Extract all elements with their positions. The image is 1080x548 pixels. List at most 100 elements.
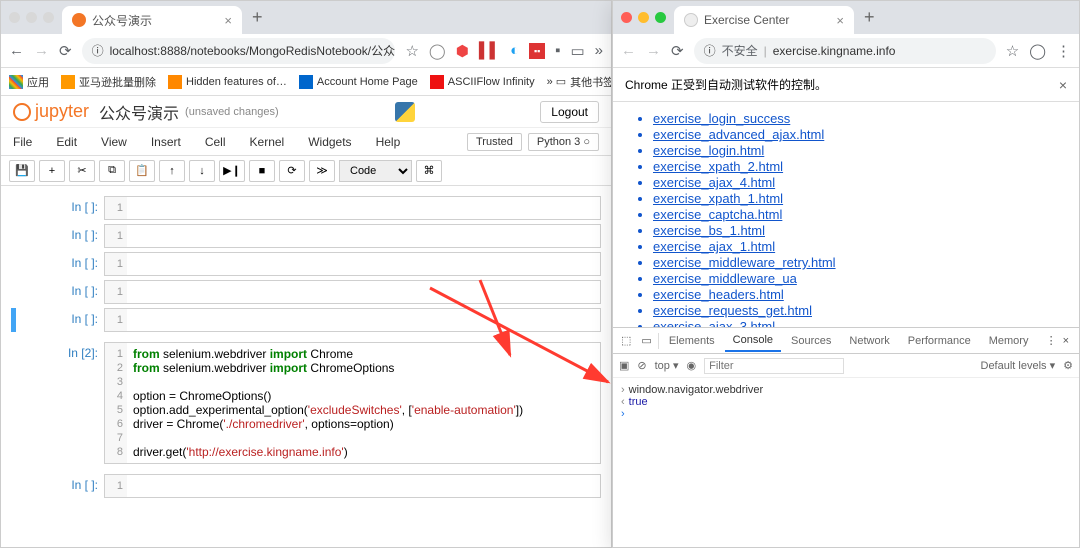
bookmark-overflow[interactable]: » ▭ 其他书签: [547, 74, 611, 90]
ext-icon[interactable]: ▪: [555, 42, 560, 59]
kernel-badge[interactable]: Python 3 ○: [528, 133, 599, 151]
ext-icon[interactable]: ⬢: [456, 42, 469, 60]
menu-icon[interactable]: ⋮: [1056, 42, 1071, 60]
trusted-badge[interactable]: Trusted: [467, 133, 522, 151]
url-field[interactable]: ⓘ 不安全 | exercise.kingname.info: [694, 38, 996, 64]
cell-type-select[interactable]: Code: [339, 160, 412, 182]
traffic-lights[interactable]: [621, 12, 666, 23]
ext-icon[interactable]: ▭: [570, 42, 584, 60]
filter-input[interactable]: [704, 358, 844, 374]
move-down-button[interactable]: ↓: [189, 160, 215, 182]
forward-icon[interactable]: →: [646, 42, 661, 59]
new-tab-button[interactable]: +: [864, 7, 875, 28]
exercise-link[interactable]: exercise_captcha.html: [653, 207, 782, 222]
bookmark-item[interactable]: ASCIIFlow Infinity: [430, 75, 535, 89]
bookmark-item[interactable]: Account Home Page: [299, 75, 418, 89]
exercise-link[interactable]: exercise_middleware_ua: [653, 271, 797, 286]
cut-button[interactable]: ✂: [69, 160, 95, 182]
menu-view[interactable]: View: [101, 135, 127, 149]
exercise-link[interactable]: exercise_advanced_ajax.html: [653, 127, 824, 142]
browser-tab[interactable]: 公众号演示 ×: [62, 6, 242, 34]
paste-button[interactable]: 📋: [129, 160, 155, 182]
move-up-button[interactable]: ↑: [159, 160, 185, 182]
devtools-tab-sources[interactable]: Sources: [783, 331, 839, 351]
logout-button[interactable]: Logout: [540, 101, 599, 123]
devtools-close-icon[interactable]: ×: [1063, 335, 1069, 347]
restart-button[interactable]: ⟳: [279, 160, 305, 182]
run-all-button[interactable]: ≫: [309, 160, 335, 182]
bookmark-item[interactable]: Hidden features of…: [168, 75, 287, 89]
context-dropdown[interactable]: top ▾: [655, 359, 679, 372]
reload-icon[interactable]: ⟳: [671, 42, 684, 60]
menu-insert[interactable]: Insert: [151, 135, 181, 149]
code-cell[interactable]: In [ ]:1: [11, 474, 601, 498]
back-icon[interactable]: ←: [9, 42, 24, 59]
command-palette-button[interactable]: ⌘: [416, 160, 442, 182]
menu-cell[interactable]: Cell: [205, 135, 226, 149]
new-tab-button[interactable]: +: [252, 7, 263, 28]
exercise-link[interactable]: exercise_requests_get.html: [653, 303, 812, 318]
ext-icon[interactable]: ◯: [429, 42, 446, 60]
levels-dropdown[interactable]: Default levels ▾: [981, 359, 1056, 372]
devtools-tab-performance[interactable]: Performance: [900, 331, 979, 351]
star-icon[interactable]: ☆: [1006, 42, 1019, 60]
code-cell[interactable]: In [ ]:1: [11, 308, 601, 332]
devtools-more-icon[interactable]: ⋮: [1046, 334, 1057, 347]
close-icon[interactable]: ×: [836, 13, 844, 28]
save-button[interactable]: 💾: [9, 160, 35, 182]
code-cell-executed[interactable]: In [2]:1 2 3 4 5 6 7 8from selenium.webd…: [11, 342, 601, 464]
code-cell[interactable]: In [ ]:1: [11, 252, 601, 276]
not-secure-label: 不安全: [722, 42, 758, 59]
exercise-link[interactable]: exercise_login.html: [653, 143, 764, 158]
gear-icon[interactable]: ⚙: [1063, 359, 1073, 372]
code-cell[interactable]: In [ ]:1: [11, 196, 601, 220]
bookmark-item[interactable]: 亚马逊批量删除: [61, 74, 156, 90]
clear-console-icon[interactable]: ⊘: [637, 359, 646, 372]
menu-kernel[interactable]: Kernel: [250, 135, 285, 149]
sidebar-toggle-icon[interactable]: ▣: [619, 359, 629, 372]
exercise-link[interactable]: exercise_middleware_retry.html: [653, 255, 836, 270]
inspect-icon[interactable]: ⬚: [617, 334, 635, 347]
profile-icon[interactable]: ◯: [1029, 42, 1046, 60]
exercise-link[interactable]: exercise_login_success: [653, 111, 790, 126]
notebook-title[interactable]: 公众号演示: [99, 100, 179, 124]
menu-file[interactable]: File: [13, 135, 32, 149]
ext-icon[interactable]: ◐: [510, 42, 519, 59]
apps-button[interactable]: 应用: [9, 74, 49, 90]
menu-help[interactable]: Help: [376, 135, 401, 149]
stop-button[interactable]: ■: [249, 160, 275, 182]
menu-edit[interactable]: Edit: [56, 135, 77, 149]
devtools-tab-network[interactable]: Network: [841, 331, 897, 351]
device-icon[interactable]: ▭: [637, 334, 655, 347]
browser-tab[interactable]: Exercise Center ×: [674, 6, 854, 34]
devtools-tab-elements[interactable]: Elements: [661, 331, 723, 351]
jupyter-logo[interactable]: jupyter: [13, 101, 89, 122]
menu-widgets[interactable]: Widgets: [308, 135, 351, 149]
star-icon[interactable]: ☆: [405, 42, 418, 60]
devtools-tab-console[interactable]: Console: [725, 330, 781, 352]
back-icon[interactable]: ←: [621, 42, 636, 59]
ext-icon[interactable]: ▌▌: [479, 42, 500, 59]
exercise-link[interactable]: exercise_xpath_2.html: [653, 159, 783, 174]
run-button[interactable]: ▶❙: [219, 160, 245, 182]
exercise-link[interactable]: exercise_ajax_4.html: [653, 175, 775, 190]
code-cell[interactable]: In [ ]:1: [11, 280, 601, 304]
add-cell-button[interactable]: +: [39, 160, 65, 182]
console-output[interactable]: ›window.navigator.webdriver ‹true ›: [613, 378, 1079, 426]
code-content[interactable]: from selenium.webdriver import Chrome fr…: [127, 343, 600, 463]
exercise-link[interactable]: exercise_headers.html: [653, 287, 784, 302]
devtools-tab-memory[interactable]: Memory: [981, 331, 1037, 351]
forward-icon[interactable]: →: [34, 42, 49, 59]
exercise-link[interactable]: exercise_xpath_1.html: [653, 191, 783, 206]
exercise-link[interactable]: exercise_ajax_1.html: [653, 239, 775, 254]
copy-button[interactable]: ⧉: [99, 160, 125, 182]
eye-icon[interactable]: ◉: [687, 359, 697, 372]
reload-icon[interactable]: ⟳: [59, 42, 72, 60]
url-field[interactable]: ⓘ localhost:8888/notebooks/MongoRedisNot…: [82, 38, 396, 64]
ext-icon[interactable]: »: [595, 42, 603, 59]
close-icon[interactable]: ×: [1059, 77, 1067, 93]
exercise-link[interactable]: exercise_bs_1.html: [653, 223, 765, 238]
ext-icon[interactable]: ▪▪: [529, 43, 545, 59]
code-cell[interactable]: In [ ]:1: [11, 224, 601, 248]
close-icon[interactable]: ×: [224, 13, 232, 28]
